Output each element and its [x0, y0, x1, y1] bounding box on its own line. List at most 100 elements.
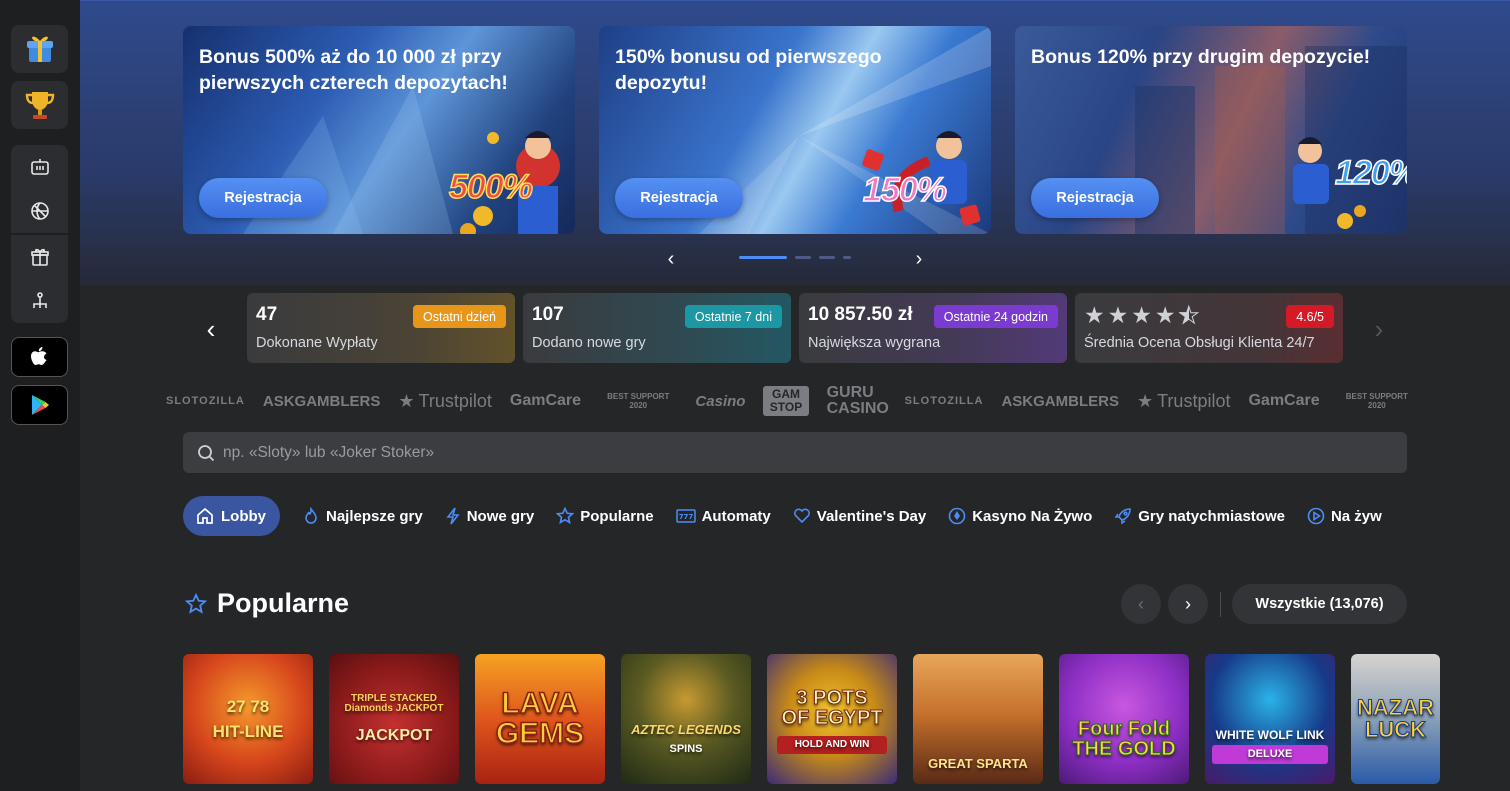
carousel-prev-arrow[interactable]: ‹ [661, 248, 681, 271]
tab-instant-games[interactable]: Gry natychmiastowe [1114, 496, 1285, 536]
game-list: 27 78 HIT-LINE TRIPLE STACKED Diamonds J… [183, 654, 1440, 784]
register-button[interactable]: Rejestracja [1031, 178, 1159, 218]
play-circle-icon [1307, 507, 1325, 525]
partner-logo: GamCare [509, 392, 582, 409]
star-icon: ★ [1131, 302, 1152, 328]
carousel-dot-active[interactable] [739, 256, 787, 259]
banner-bonus-badge: 500% [448, 167, 533, 207]
sidebar [0, 0, 80, 791]
game-tile[interactable]: WHITE WOLF LINK DELUXE [1205, 654, 1335, 784]
promo-banner-1[interactable]: Bonus 500% aż do 10 000 zł przy pierwszy… [183, 26, 575, 234]
game-tile-label: NAZAR LUCK [1357, 695, 1435, 742]
game-tile-label: TRIPLE STACKED Diamonds JACKPOT JACKPOT [344, 693, 444, 744]
promo-hero: Bonus 500% aż do 10 000 zł przy pierwszy… [80, 0, 1510, 285]
partner-logo: ASKGAMBLERS [1001, 392, 1119, 410]
game-tile-label: 3 POTS OF EGYPT HOLD AND WIN [777, 684, 887, 754]
view-all-button[interactable]: Wszystkie (13,076) [1232, 584, 1407, 624]
stat-badge: Ostatni dzień [413, 305, 506, 328]
stat-label: Największa wygrana [808, 335, 941, 351]
game-tile[interactable]: LAVA GEMS [475, 654, 605, 784]
tab-lobby[interactable]: Lobby [183, 496, 280, 536]
stats-prev-arrow[interactable]: ‹ [201, 314, 221, 345]
partner-logo: Casino [695, 392, 746, 410]
carousel-dots [739, 256, 851, 259]
section-prev-button[interactable]: ‹ [1121, 584, 1161, 624]
game-tile-label: LAVA GEMS [495, 687, 585, 750]
slot-machine-icon[interactable] [11, 145, 68, 189]
game-tile[interactable]: 27 78 HIT-LINE [183, 654, 313, 784]
game-tile[interactable]: GREAT SPARTA [913, 654, 1043, 784]
carousel-next-arrow[interactable]: › [909, 248, 929, 271]
game-tile[interactable]: 3 POTS OF EGYPT HOLD AND WIN [767, 654, 897, 784]
register-button[interactable]: Rejestracja [199, 178, 327, 218]
apple-icon [30, 347, 47, 365]
tab-best-games[interactable]: Najlepsze gry [302, 496, 423, 536]
promo-banner-3[interactable]: Bonus 120% przy drugim depozycie! 120% R… [1015, 26, 1407, 234]
basketball-icon[interactable] [11, 189, 68, 233]
tab-valentines-day[interactable]: Valentine's Day [793, 496, 926, 536]
lightning-icon [445, 507, 461, 525]
stat-badge: Ostatnie 7 dni [684, 305, 782, 328]
poker-chip-icon [948, 507, 966, 525]
stats-next-arrow[interactable]: › [1369, 314, 1389, 345]
stat-card-biggest-win: 10 857.50 zł Ostatnie 24 godzin Najwięks… [799, 293, 1067, 363]
section-next-button[interactable]: › [1168, 584, 1208, 624]
banner-title: Bonus 500% aż do 10 000 zł przy pierwszy… [199, 46, 508, 94]
half-star-icon: ★ [1178, 302, 1200, 328]
partner-logo: GamCare [1248, 392, 1320, 409]
section-header: Popularne [185, 588, 349, 619]
stat-badge: Ostatnie 24 godzin [933, 305, 1058, 328]
tab-popular[interactable]: Popularne [556, 496, 654, 536]
category-tabs: Lobby Najlepsze gry Nowe gry Popularne 7… [183, 496, 1445, 536]
game-tile[interactable]: TRIPLE STACKED Diamonds JACKPOT JACKPOT [329, 654, 459, 784]
carousel-dot[interactable] [795, 256, 811, 259]
stat-label: Średnia Ocena Obsługi Klienta 24/7 [1084, 335, 1315, 351]
partner-logo: ASKGAMBLERS [262, 392, 381, 410]
game-tile[interactable]: Four Fold THE GOLD [1059, 654, 1189, 784]
star-icon: ★ [1154, 302, 1176, 328]
star-icon [185, 592, 207, 614]
trophy-promo-icon[interactable] [11, 81, 68, 129]
game-tile[interactable]: AZTEC LEGENDS SPINS [621, 654, 751, 784]
section-title: Popularne [217, 588, 350, 618]
star-icon [556, 507, 575, 525]
partner-logo: ★ Trustpilot [1136, 390, 1231, 411]
carousel-dot[interactable] [843, 256, 851, 259]
affiliate-network-icon[interactable] [11, 279, 68, 323]
gift-box-promo-icon[interactable] [11, 25, 68, 73]
game-tile-label: Four Fold THE GOLD [1072, 718, 1176, 760]
game-tile[interactable]: NAZAR LUCK [1351, 654, 1440, 784]
flame-icon [302, 507, 320, 525]
rating-badge: 4.6/5 [1286, 305, 1334, 328]
game-tile-label: GREAT SPARTA [928, 755, 1028, 771]
search-icon [198, 444, 215, 461]
partner-logo: ★ Trustpilot [398, 390, 492, 411]
search-bar[interactable]: np. «Sloty» lub «Joker Stoker» [183, 432, 1407, 473]
banner-title: Bonus 120% przy drugim depozycie! [1031, 46, 1371, 68]
carousel-dot[interactable] [819, 256, 835, 259]
register-button[interactable]: Rejestracja [615, 178, 743, 218]
star-icon: ★ [1084, 302, 1105, 328]
apple-app-store-button[interactable] [11, 337, 68, 377]
partner-logos: SLOTOZILLA ASKGAMBLERS ★ Trustpilot GamCa… [166, 382, 1416, 420]
star-icon: ★ [1136, 390, 1154, 411]
gift-icon[interactable] [11, 235, 68, 279]
rocket-icon [1114, 507, 1132, 525]
heart-icon [793, 507, 811, 525]
banner-bonus-badge: 150% [862, 170, 947, 210]
google-play-button[interactable] [11, 385, 68, 425]
tab-live[interactable]: Na żyw [1307, 496, 1382, 536]
divider [1220, 592, 1221, 617]
tab-new-games[interactable]: Nowe gry [445, 496, 534, 536]
tab-live-casino[interactable]: Kasyno Na Żywo [948, 496, 1092, 536]
stat-card-rating: ★ ★ ★ ★ ★ 4.6/5 Średnia Ocena Obsługi Kl… [1075, 293, 1343, 363]
partner-logo: BEST SUPPORT 2020 [607, 392, 670, 410]
search-input[interactable]: np. «Sloty» lub «Joker Stoker» [223, 444, 434, 462]
game-tile-label: AZTEC LEGENDS SPINS [631, 722, 741, 755]
sidebar-nav-group [11, 145, 68, 323]
tab-slots[interactable]: 777 Automaty [675, 496, 771, 536]
stat-card-payouts: 47 Ostatni dzień Dokonane Wypłaty [247, 293, 515, 363]
promo-banner-2[interactable]: 150% bonusu od pierwszego depozytu! 150%… [599, 26, 991, 234]
partner-logo: SLOTOZILLA [166, 395, 245, 407]
game-tile-label: 27 78 HIT-LINE [212, 697, 284, 741]
